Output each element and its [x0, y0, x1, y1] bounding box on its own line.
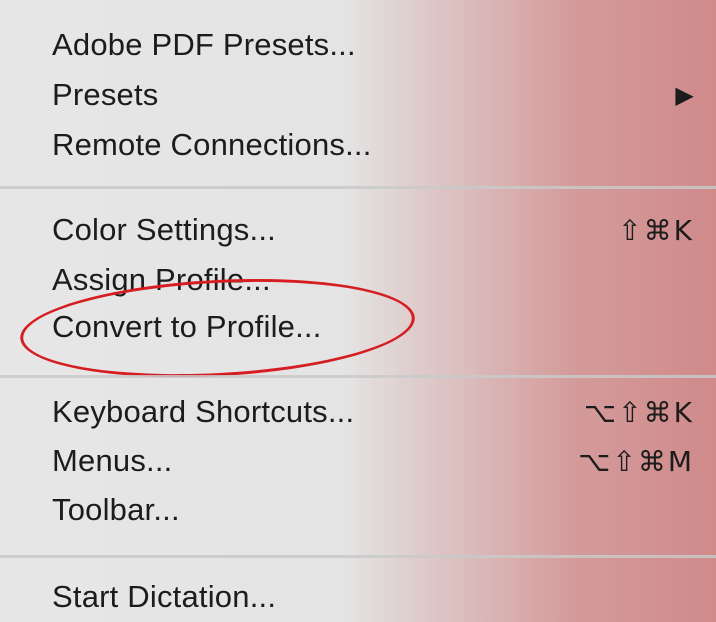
menu-separator	[0, 555, 716, 558]
menu-item-remote-connections[interactable]: Remote Connections...	[52, 120, 694, 170]
menu-item-label: Adobe PDF Presets...	[52, 27, 356, 62]
menu-item-label: Remote Connections...	[52, 127, 372, 162]
menu-separator	[0, 375, 716, 378]
menu-item-convert-to-profile[interactable]: Convert to Profile...	[52, 302, 694, 352]
menu-item-toolbar[interactable]: Toolbar...	[52, 485, 694, 535]
menu-item-keyboard-shortcuts[interactable]: Keyboard Shortcuts... ⌥⇧⌘K	[52, 387, 694, 437]
keyboard-shortcut: ⌥⇧⌘K	[583, 395, 694, 429]
menu-item-label: Convert to Profile...	[52, 309, 322, 344]
menu-item-menus[interactable]: Menus... ⌥⇧⌘M	[52, 436, 694, 486]
menu-item-color-settings[interactable]: Color Settings... ⇧⌘K	[52, 205, 694, 255]
menu-separator	[0, 186, 716, 189]
submenu-arrow-icon: ▶	[675, 81, 694, 109]
menu-item-label: Presets	[52, 77, 159, 112]
keyboard-shortcut: ⌥⇧⌘M	[578, 444, 694, 478]
menu-item-label: Toolbar...	[52, 492, 180, 527]
menu-item-adobe-pdf-presets[interactable]: Adobe PDF Presets...	[52, 20, 694, 70]
menu-item-label: Assign Profile...	[52, 262, 271, 297]
keyboard-shortcut: ⇧⌘K	[618, 213, 694, 247]
menu-item-start-dictation[interactable]: Start Dictation...	[52, 572, 694, 622]
menu-item-label: Start Dictation...	[52, 579, 277, 614]
menu-item-label: Keyboard Shortcuts...	[52, 394, 355, 429]
menu-item-label: Color Settings...	[52, 212, 276, 247]
context-menu: Adobe PDF Presets... Presets ▶ Remote Co…	[0, 0, 716, 622]
menu-item-presets[interactable]: Presets ▶	[52, 70, 694, 120]
menu-item-assign-profile[interactable]: Assign Profile...	[52, 255, 694, 305]
menu-item-label: Menus...	[52, 443, 173, 478]
